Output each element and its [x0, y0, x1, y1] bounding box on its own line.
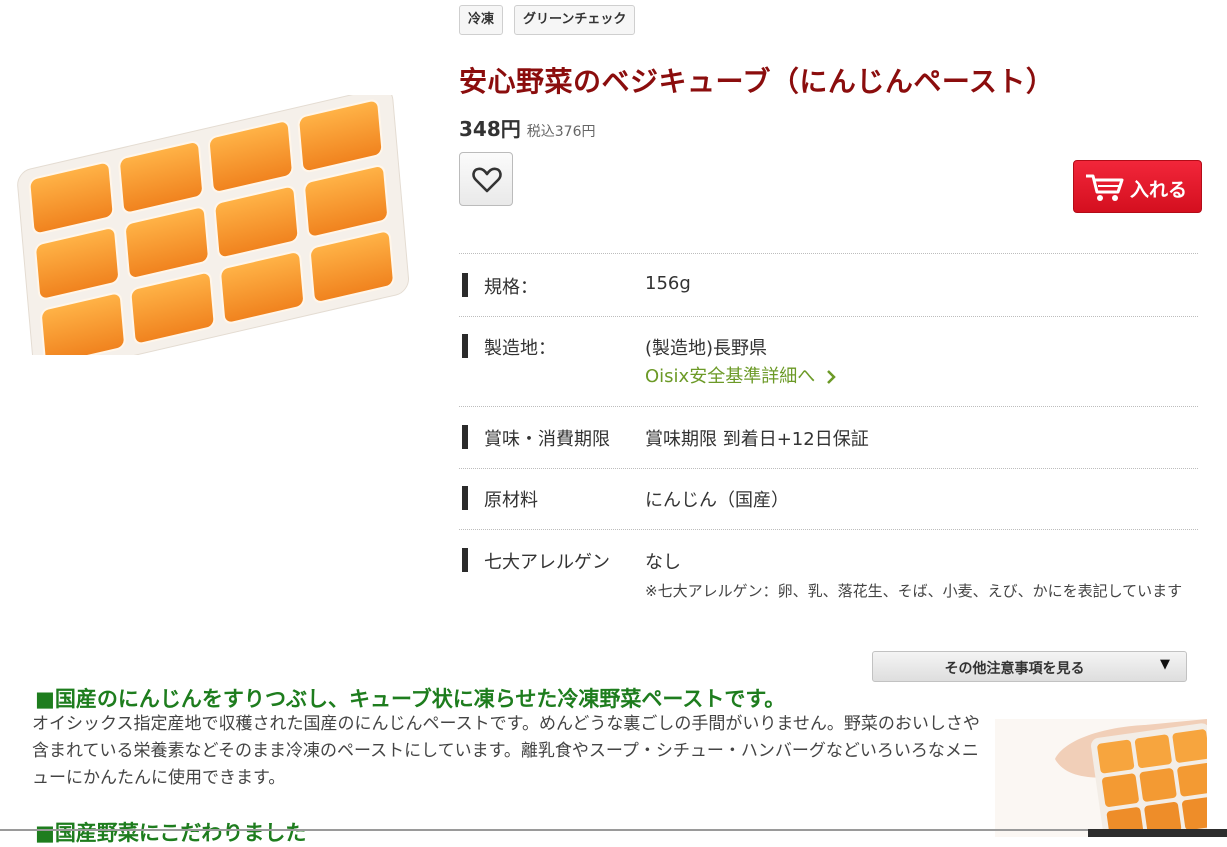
- divider: [459, 406, 1198, 407]
- product-title: 安心野菜のベジキューブ（にんじんペースト）: [459, 65, 1055, 98]
- safety-standards-link-label: Oisix安全基準詳細へ: [645, 366, 816, 387]
- spec-value-expiry: 賞味期限 到着日+12日保証: [645, 429, 869, 450]
- bottom-bar: [1088, 829, 1227, 837]
- hand-holding-cubes-image: [995, 719, 1207, 837]
- divider: [459, 468, 1198, 469]
- add-to-cart-button[interactable]: 入れる: [1073, 160, 1202, 213]
- description-heading: ■国産のにんじんをすりつぶし、キューブ状に凍らせた冷凍野菜ペーストです。: [35, 687, 786, 711]
- more-notes-label: その他注意事項を見る: [944, 661, 1085, 677]
- chevron-right-icon: [827, 370, 836, 384]
- spec-label-origin: 製造地：: [484, 338, 556, 359]
- row-marker: [462, 548, 468, 572]
- add-to-cart-label: 入れる: [1130, 179, 1188, 201]
- heart-icon: [472, 167, 502, 193]
- spec-label-allergens: 七大アレルゲン: [484, 552, 610, 573]
- safety-standards-link[interactable]: Oisix安全基準詳細へ: [645, 362, 837, 388]
- tag-frozen: 冷凍: [459, 5, 504, 35]
- price-tax-included: 税込376円: [526, 124, 596, 140]
- cart-icon: [1086, 174, 1124, 201]
- divider: [459, 253, 1198, 254]
- spec-label-expiry: 賞味・消費期限: [484, 429, 610, 450]
- more-notes-button[interactable]: その他注意事項を見る ▼: [872, 651, 1187, 682]
- spec-label-ingredients: 原材料: [484, 490, 538, 511]
- chevron-down-icon: ▼: [1160, 657, 1170, 672]
- row-marker: [462, 334, 468, 358]
- price: 348円: [459, 117, 521, 141]
- spec-value-ingredients: にんじん（国産）: [645, 490, 789, 511]
- row-marker: [462, 486, 468, 510]
- description-heading-2: ■国産野菜にこだわりました: [35, 821, 307, 845]
- spec-label-size: 規格：: [484, 277, 538, 298]
- divider: [459, 316, 1198, 317]
- row-marker: [462, 425, 468, 449]
- tag-green-check: グリーンチェック: [514, 5, 636, 35]
- product-image: [10, 87, 415, 377]
- allergen-note: ※七大アレルゲン：卵、乳、落花生、そば、小麦、えび、かにを表記しています: [645, 582, 1183, 600]
- spec-value-allergens: なし: [645, 552, 681, 573]
- description-body: オイシックス指定産地で収穫された国産のにんじんペーストです。めんどうな裏ごしの手…: [32, 714, 980, 788]
- spec-value-size: 156g: [645, 273, 691, 294]
- divider: [459, 529, 1198, 530]
- spec-value-origin: (製造地)長野県: [645, 338, 768, 359]
- horizontal-rule: [0, 829, 1088, 831]
- row-marker: [462, 273, 468, 297]
- favorite-button[interactable]: [459, 152, 513, 206]
- price-block: 348円 税込376円: [459, 113, 595, 142]
